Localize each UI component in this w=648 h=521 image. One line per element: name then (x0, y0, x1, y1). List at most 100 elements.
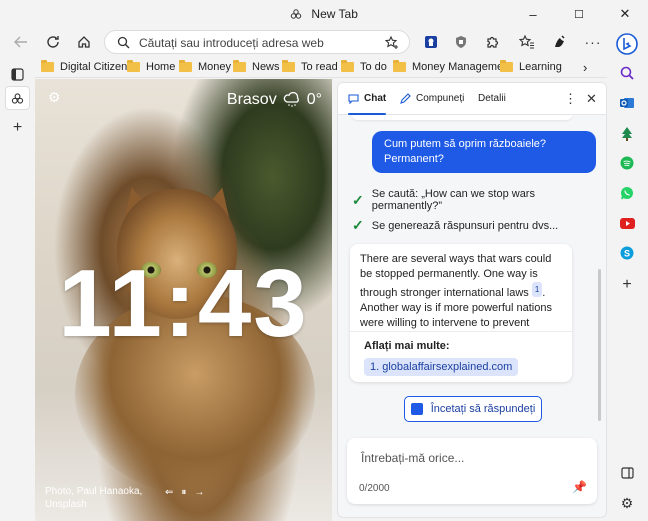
bookmark-folder-learning[interactable]: Learning (500, 59, 562, 75)
close-icon: ✕ (619, 6, 631, 21)
bookmark-folder-digital-citizen[interactable]: Digital Citizen (41, 59, 127, 75)
tree-icon (622, 126, 632, 141)
bookmark-folder-money-management[interactable]: Money Management (393, 59, 512, 75)
answer-text: There are several ways that wars could b… (360, 252, 560, 331)
sidebar-tree-button[interactable] (616, 122, 638, 144)
pause-icon[interactable]: ⏸ (181, 487, 186, 498)
stop-responding-button[interactable]: Încetați să răspundeți (404, 396, 542, 422)
chat-scrollbar[interactable] (598, 269, 601, 421)
bookmark-label: Money (198, 61, 232, 73)
tab-label: Chat (364, 93, 387, 104)
bookmark-folder-to-do[interactable]: To do (341, 59, 387, 75)
tab-chat[interactable]: Chat (348, 93, 387, 115)
status-search: ✓ Se caută: „How can we stop wars perman… (352, 188, 606, 212)
panel-more-options-icon[interactable]: ⋮ (564, 91, 577, 107)
source-link[interactable]: 1. globalaffairsexplained.com (364, 358, 519, 376)
bookmark-folder-home[interactable]: Home (127, 59, 175, 75)
tab-icon (290, 9, 302, 19)
folder-icon (41, 60, 54, 72)
chat-icon (348, 94, 359, 104)
folder-icon (500, 60, 513, 72)
extension-icon (425, 36, 437, 48)
minimize-button[interactable]: – (510, 0, 556, 28)
refresh-button[interactable] (40, 30, 66, 54)
status-generating-text: Se generează răspunsuri pentru dvs... (371, 219, 559, 232)
shield-icon (456, 36, 466, 48)
status-search-text: Se caută: „How can we stop wars permanen… (371, 188, 535, 212)
bing-copilot-icon (616, 33, 638, 55)
chat-input-box[interactable]: Întrebați-mă orice... 0/2000 📌 (347, 438, 597, 504)
favorites-button[interactable] (514, 30, 540, 54)
panel-close-icon[interactable]: ✕ (586, 91, 597, 107)
compose-icon (400, 93, 411, 104)
bookmark-label: Money Management (412, 61, 513, 73)
checkmark-icon: ✓ (352, 217, 364, 233)
copilot-panel: Chat Compuneți Detalii ⋮ ✕ Cum putem să … (337, 82, 607, 518)
tab-insights[interactable]: Detalii (478, 93, 506, 104)
sidebar-add-button[interactable]: + (616, 274, 638, 296)
address-placeholder: Căutați sau introduceți adresa web (139, 36, 324, 50)
edge-sidebar: S + ⚙ (607, 28, 648, 521)
settings-icon: ⚙ (620, 494, 634, 511)
tab-compose[interactable]: Compuneți (400, 93, 464, 104)
home-button[interactable] (71, 30, 97, 54)
refresh-icon (47, 36, 59, 48)
favorite-add-icon[interactable] (385, 36, 399, 50)
bookmark-label: Digital Citizen (60, 61, 128, 73)
title-bar: New Tab – ☐ ✕ (0, 0, 648, 28)
sidebar-search-button[interactable] (616, 62, 638, 84)
back-button[interactable] (8, 30, 34, 54)
puzzle-icon (487, 36, 499, 48)
settings-more-button[interactable]: ··· (580, 30, 606, 54)
bookmarks-overflow-button[interactable]: › (583, 59, 587, 75)
sidebar-split-button[interactable] (616, 462, 638, 484)
previous-image-icon[interactable]: ⇐ (165, 487, 173, 498)
weather-temperature: 0° (306, 91, 322, 108)
add-icon: + (12, 119, 23, 136)
background-navigation: ⇐ ⏸ → (165, 487, 204, 498)
sidebar-youtube-button[interactable] (616, 212, 638, 234)
folder-icon (393, 60, 406, 72)
toolbar: Căutați sau introduceți adresa web ··· (0, 28, 648, 56)
bookmark-label: Learning (519, 61, 562, 73)
youtube-icon (619, 217, 635, 229)
next-image-icon[interactable]: → (194, 487, 204, 498)
extension-button-2[interactable] (448, 30, 474, 54)
sidebar-settings-button[interactable]: ⚙ (616, 492, 638, 514)
bookmark-folder-money[interactable]: Money (179, 59, 231, 75)
photo-credit: Photo, Paul Hanaoka, Unsplash (45, 485, 142, 511)
sidebar-whatsapp-button[interactable] (616, 182, 638, 204)
bing-copilot-button[interactable] (615, 32, 639, 56)
tab-label: Detalii (478, 93, 506, 104)
page-settings-gear-icon[interactable]: ⚙ (48, 89, 61, 106)
tab-actions-button[interactable] (5, 62, 30, 86)
window-title: New Tab (311, 7, 358, 21)
clock: 11:43 (58, 250, 309, 357)
tab-new-tab[interactable] (5, 86, 30, 110)
cloud-snow-icon (283, 92, 299, 107)
maximize-button[interactable]: ☐ (556, 0, 602, 28)
citation-marker[interactable]: 1 (531, 282, 543, 297)
sidebar-outlook-button[interactable] (616, 92, 638, 114)
bookmark-folder-to-read[interactable]: To read (282, 59, 338, 75)
sidebar-skype-button[interactable]: S (616, 242, 638, 264)
close-window-button[interactable]: ✕ (602, 0, 648, 28)
svg-text:S: S (624, 249, 630, 259)
bookmark-folder-news[interactable]: News (233, 59, 280, 75)
copilot-tabs: Chat Compuneți Detalii ⋮ ✕ (338, 83, 606, 115)
tab-actions-icon (11, 67, 24, 81)
chat-input-placeholder: Întrebați-mă orice... (361, 451, 465, 465)
more-icon: ··· (584, 34, 602, 50)
minimize-icon: – (529, 6, 537, 22)
weather-widget[interactable]: Brasov 0° (227, 91, 322, 109)
extension-button-1[interactable] (418, 30, 444, 54)
sidebar-spotify-button[interactable] (616, 152, 638, 174)
pin-icon[interactable]: 📌 (572, 480, 587, 494)
address-bar[interactable]: Căutați sau introduceți adresa web (104, 30, 410, 54)
checkmark-icon: ✓ (352, 191, 364, 208)
extensions-button[interactable] (479, 30, 505, 54)
tab-label: Compuneți (416, 93, 465, 104)
new-tab-button[interactable]: + (5, 116, 30, 140)
stop-icon (410, 403, 423, 415)
profile-button[interactable] (547, 30, 573, 54)
